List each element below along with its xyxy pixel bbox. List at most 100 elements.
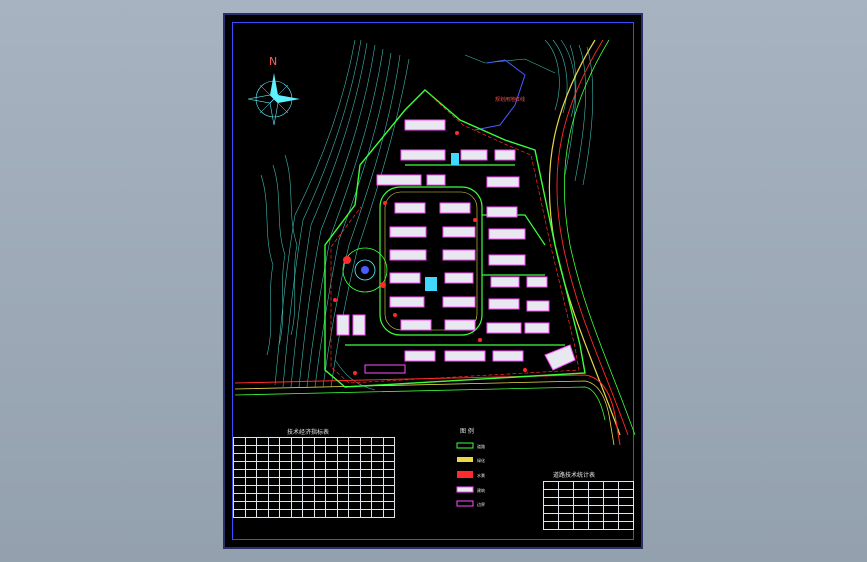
table-cell <box>382 509 395 518</box>
table-cell <box>244 445 257 454</box>
table-cell <box>302 509 315 518</box>
table-cell <box>313 477 326 486</box>
table-cell <box>279 437 292 446</box>
table-cell <box>588 505 604 514</box>
table-cell <box>348 477 361 486</box>
table-cell <box>543 497 559 506</box>
table-cell <box>603 481 619 490</box>
table-cell <box>588 513 604 522</box>
table-cell <box>256 453 269 462</box>
table-cell <box>382 445 395 454</box>
table-cell <box>348 437 361 446</box>
table-cell <box>543 505 559 514</box>
table-cell <box>302 453 315 462</box>
table-cell <box>371 493 384 502</box>
table-cell <box>359 453 372 462</box>
table-cell <box>336 485 349 494</box>
table-cell <box>256 469 269 478</box>
table-cell <box>267 437 280 446</box>
table-cell <box>233 493 246 502</box>
table-cell <box>325 509 338 518</box>
table-cell <box>558 513 574 522</box>
table-cell <box>244 501 257 510</box>
table-cell <box>382 437 395 446</box>
table-cell <box>279 445 292 454</box>
table-cell <box>256 445 269 454</box>
table-cell <box>267 501 280 510</box>
legend-label: 道路 <box>477 443 485 449</box>
table-cell <box>359 461 372 470</box>
table-cell <box>290 445 303 454</box>
economic-table <box>233 437 395 518</box>
table-cell <box>573 505 589 514</box>
legend-label: 水景 <box>477 472 485 478</box>
table-cell <box>256 477 269 486</box>
table-cell <box>573 489 589 498</box>
red-line-label: 规划用地红线 <box>495 96 525 103</box>
table-cell <box>325 461 338 470</box>
table-cell <box>543 521 559 530</box>
table-cell <box>267 485 280 494</box>
table-cell <box>313 453 326 462</box>
table-cell <box>256 437 269 446</box>
table-cell <box>279 509 292 518</box>
table-cell <box>267 453 280 462</box>
table-cell <box>302 501 315 510</box>
table-cell <box>233 485 246 494</box>
table-cell <box>371 485 384 494</box>
table-cell <box>290 453 303 462</box>
table-cell <box>603 513 619 522</box>
stream-line <box>474 59 526 131</box>
table-cell <box>336 445 349 454</box>
table-cell <box>371 469 384 478</box>
table-cell <box>558 489 574 498</box>
table-cell <box>382 469 395 478</box>
table-cell <box>233 445 246 454</box>
table-cell <box>618 513 634 522</box>
table-cell <box>267 445 280 454</box>
table-cell <box>233 501 246 510</box>
table-cell <box>618 489 634 498</box>
table-cell <box>256 509 269 518</box>
water-feature <box>451 153 459 165</box>
table-cell <box>603 489 619 498</box>
table-cell <box>302 445 315 454</box>
table-cell <box>382 493 395 502</box>
table-cell <box>244 485 257 494</box>
table-cell <box>244 493 257 502</box>
table-cell <box>336 501 349 510</box>
table-cell <box>233 453 246 462</box>
table-cell <box>371 461 384 470</box>
north-arrow-icon <box>247 73 300 126</box>
table-cell <box>279 453 292 462</box>
table-cell <box>359 485 372 494</box>
highway-roads <box>234 39 636 446</box>
table-cell <box>325 445 338 454</box>
table-cell <box>359 437 372 446</box>
table-cell <box>244 461 257 470</box>
table-cell <box>244 477 257 486</box>
table-cell <box>256 461 269 470</box>
table-cell <box>279 485 292 494</box>
table-cell <box>256 501 269 510</box>
table-cell <box>290 501 303 510</box>
table-cell <box>302 469 315 478</box>
table-cell <box>382 485 395 494</box>
table-cell <box>256 493 269 502</box>
table-cell <box>267 477 280 486</box>
table-cell <box>618 497 634 506</box>
table-cell <box>313 445 326 454</box>
table-cell <box>558 521 574 530</box>
table-cell <box>302 477 315 486</box>
table-cell <box>267 509 280 518</box>
table-cell <box>233 469 246 478</box>
drawing-sheet: N 规划用地红线 图 例 道路 绿化 水景 建筑 边界 技术经济指标表 道路技术… <box>223 13 643 549</box>
table-cell <box>313 461 326 470</box>
table-cell <box>573 521 589 530</box>
table-cell <box>313 509 326 518</box>
table-cell <box>359 445 372 454</box>
table-cell <box>233 461 246 470</box>
table-cell <box>348 509 361 518</box>
table-cell <box>382 477 395 486</box>
table-cell <box>313 437 326 446</box>
